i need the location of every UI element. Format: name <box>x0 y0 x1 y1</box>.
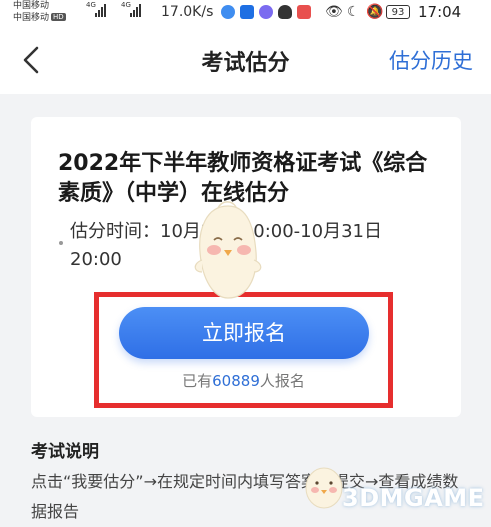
signal-icon <box>95 4 106 17</box>
mascot-chick-icon <box>194 201 262 299</box>
eye-icon: 👁 <box>325 4 343 20</box>
nav-bar: 考试估分 估分历史 <box>0 28 491 94</box>
carrier-info: 中国移动 中国移动 HD <box>13 0 66 24</box>
enroll-count-number: 60889 <box>212 372 260 390</box>
enroll-count-text: 已有60889人报名 <box>182 372 305 390</box>
music-app-icon <box>259 5 273 19</box>
signal-icon-2 <box>130 4 141 17</box>
estimate-time-label: 估分时间： <box>70 221 160 242</box>
moon-icon: ☾ <box>347 4 360 20</box>
search-app-icon <box>240 5 254 19</box>
mute-bell-icon: 🔕 <box>366 4 384 20</box>
status-bar: 中国移动 中国移动 HD 4G 4G 17.0K/s 👁 ☾ 🔕 93 17:04 <box>0 0 491 28</box>
enroll-button[interactable]: 立即报名 <box>119 307 369 359</box>
history-link[interactable]: 估分历史 <box>389 45 473 75</box>
browser-app-icon <box>221 5 235 19</box>
carrier-2: 中国移动 HD <box>13 13 66 23</box>
notes-title: 考试说明 <box>31 442 99 462</box>
carrier-1: 中国移动 <box>13 1 50 11</box>
battery-indicator: 93 <box>386 5 410 19</box>
qq-app-icon <box>278 5 292 19</box>
watermark-text: 3DMGAME <box>342 484 485 512</box>
bullet-dot <box>59 241 63 245</box>
watermark-mascot-icon <box>305 467 343 509</box>
weibo-app-icon <box>297 5 311 19</box>
network-speed: 17.0K/s <box>161 4 214 20</box>
clock: 17:04 <box>418 3 462 21</box>
hd-badge: HD <box>51 13 66 21</box>
